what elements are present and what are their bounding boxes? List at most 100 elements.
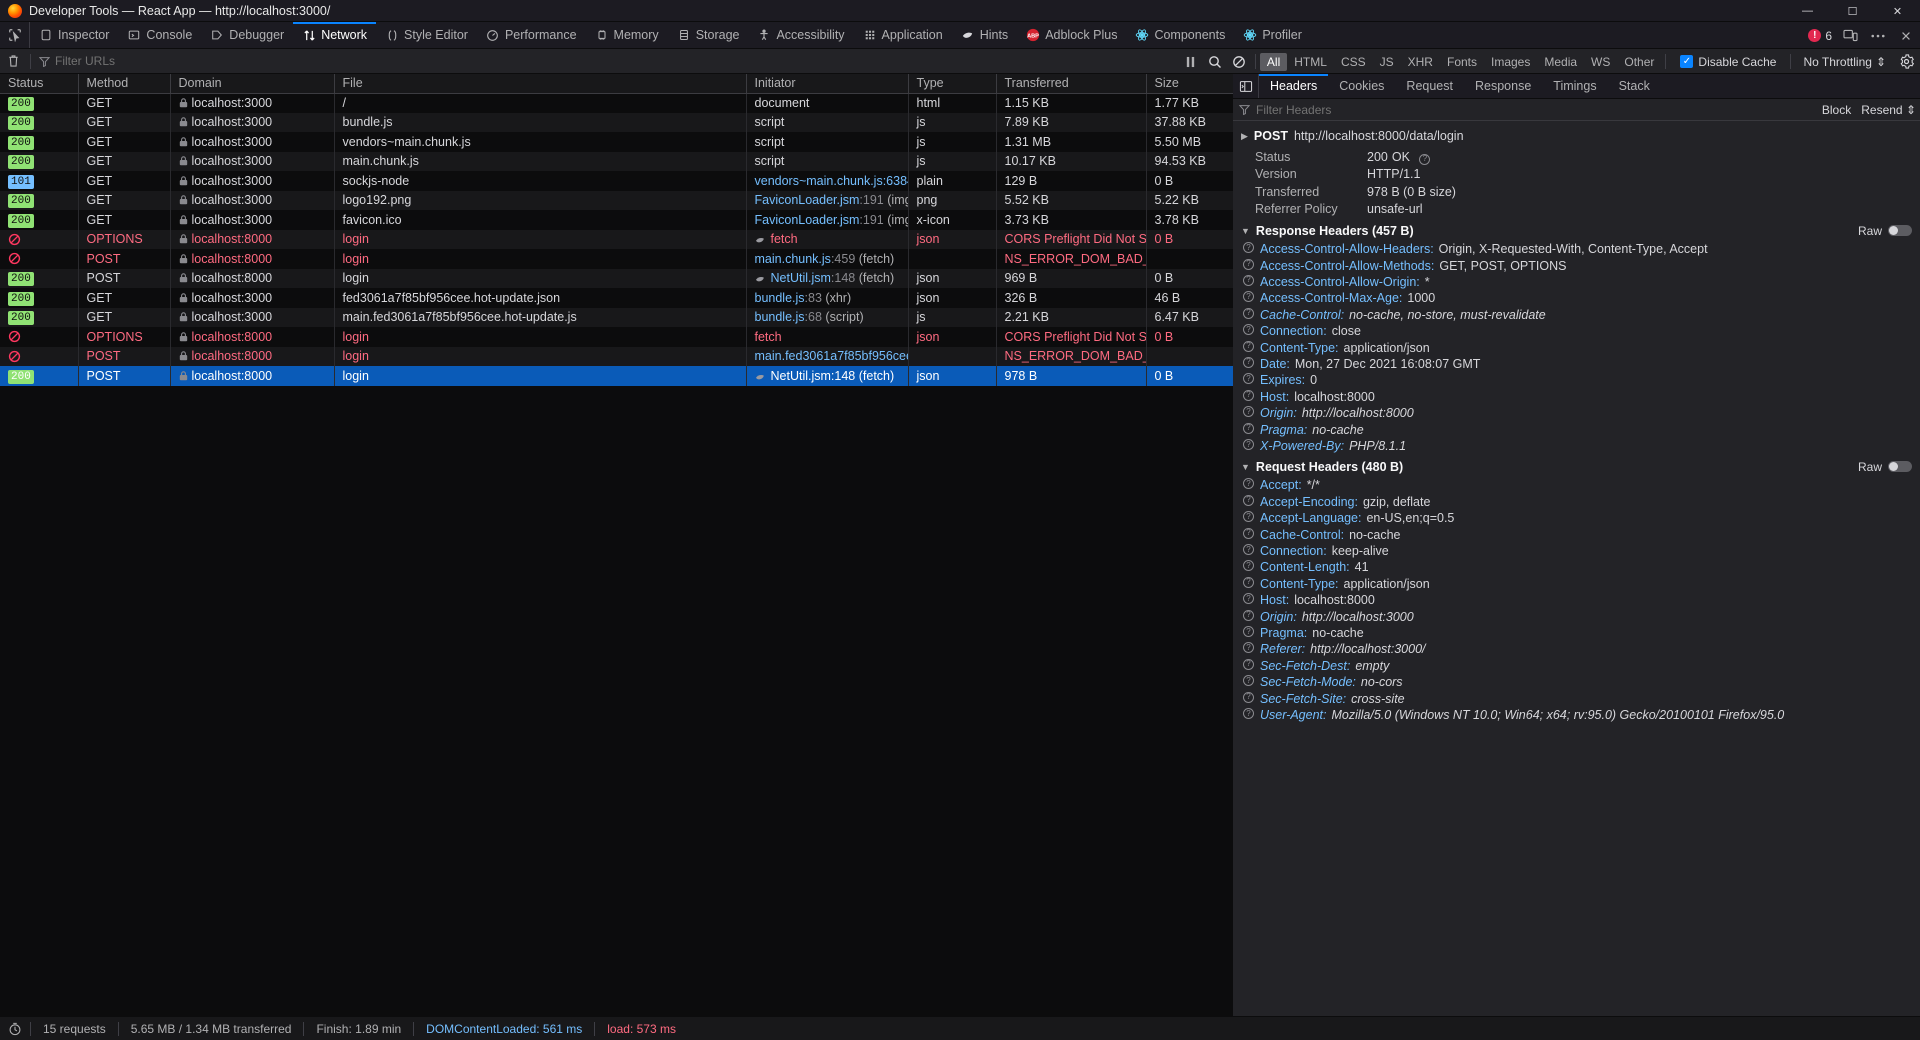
table-row[interactable]: OPTIONS localhost:8000 login fetch json CORS … [0, 327, 1234, 347]
request-raw-toggle[interactable]: Raw [1858, 460, 1912, 474]
block-icon[interactable] [1227, 49, 1251, 74]
responsive-design-mode-icon[interactable] [1840, 26, 1860, 46]
table-row[interactable]: 200 POST localhost:8000 login NetUtil.jsm:14… [0, 366, 1234, 386]
table-row[interactable]: 200 GET localhost:3000 main.fed3061a7f85bf9… [0, 307, 1234, 327]
request-header-row[interactable]: ? Origin: http://localhost:3000 [1233, 609, 1920, 625]
help-icon[interactable]: ? [1243, 708, 1254, 720]
close-window-button[interactable]: ✕ [1875, 0, 1920, 22]
column-header-transferred[interactable]: Transferred [996, 74, 1147, 94]
help-icon[interactable]: ? [1243, 494, 1254, 506]
help-icon[interactable]: ? [1243, 527, 1254, 539]
performance-analysis-icon[interactable] [0, 1022, 30, 1036]
help-icon[interactable]: ? [1243, 324, 1254, 336]
request-header-row[interactable]: ? Connection: keep-alive [1233, 544, 1920, 560]
help-icon[interactable]: ? [1243, 439, 1254, 450]
help-icon[interactable]: ? [1243, 406, 1254, 418]
help-icon[interactable]: ? [1243, 356, 1254, 368]
help-icon[interactable]: ? [1243, 258, 1254, 270]
minimize-button[interactable]: — [1785, 0, 1830, 22]
tab-headers[interactable]: Headers [1259, 74, 1329, 98]
response-header-row[interactable]: ? Access-Control-Max-Age: 1000 [1233, 291, 1920, 307]
tab-performance[interactable]: Performance [477, 22, 586, 48]
gear-icon[interactable] [1894, 49, 1918, 74]
search-icon[interactable] [1203, 49, 1227, 74]
help-icon[interactable]: ? [1243, 609, 1254, 621]
help-icon[interactable]: ? [1243, 658, 1254, 670]
help-icon[interactable]: ? [1243, 242, 1254, 254]
help-icon[interactable]: ? [1243, 511, 1254, 523]
resend-request-button[interactable]: Resend ⇕ [1861, 103, 1916, 117]
raw-switch-icon-2[interactable] [1888, 461, 1912, 473]
response-header-row[interactable]: ? Pragma: no-cache [1233, 422, 1920, 438]
response-header-row[interactable]: ? Access-Control-Allow-Origin: * [1233, 274, 1920, 290]
help-icon[interactable]: ? [1243, 291, 1254, 303]
help-icon[interactable]: ? [1243, 389, 1254, 401]
request-header-row[interactable]: ? Content-Length: 41 [1233, 560, 1920, 576]
initiator-link[interactable]: vendors~main.chunk.js:63840 (web... [755, 174, 908, 188]
column-header-initiator[interactable]: Initiator [746, 74, 909, 94]
request-headers-section-header[interactable]: ▼ Request Headers (480 B) Raw [1233, 455, 1920, 478]
help-icon[interactable]: ? [1243, 544, 1254, 556]
help-icon[interactable]: ? [1243, 340, 1254, 352]
help-icon[interactable]: ? [1243, 675, 1254, 687]
request-header-row[interactable]: ? Content-Type: application/json [1233, 576, 1920, 592]
table-row[interactable]: 200 GET localhost:3000/ document html 1.15 KB… [0, 93, 1234, 113]
response-header-row[interactable]: ? Content-Type: application/json [1233, 340, 1920, 356]
response-header-row[interactable]: ? Origin: http://localhost:8000 [1233, 406, 1920, 422]
help-icon[interactable]: ? [1243, 560, 1254, 572]
tab-application[interactable]: Application [854, 22, 952, 48]
column-header-type[interactable]: Type [908, 74, 997, 94]
help-icon[interactable]: ? [1243, 307, 1254, 319]
tab-cookies[interactable]: Cookies [1328, 74, 1395, 98]
response-header-row[interactable]: ? Cache-Control: no-cache, no-store, must-… [1233, 307, 1920, 323]
column-header-file[interactable]: File [334, 74, 747, 94]
initiator-link[interactable]: NetUtil.jsm [771, 369, 831, 383]
initiator-link[interactable]: NetUtil.jsm [771, 271, 831, 285]
tab-storage[interactable]: Storage [668, 22, 749, 48]
tab-hints[interactable]: Hints [952, 22, 1017, 48]
initiator-link[interactable]: main.fed3061a7f85bf956cee.hot-up... [755, 349, 908, 363]
request-header-row[interactable]: ? Referer: http://localhost:3000/ [1233, 642, 1920, 658]
initiator-link[interactable]: main.chunk.js [755, 252, 831, 266]
request-header-row[interactable]: ? Sec-Fetch-Dest: empty [1233, 658, 1920, 674]
type-filter-all[interactable]: All [1259, 52, 1288, 71]
response-raw-toggle[interactable]: Raw [1858, 224, 1912, 238]
tab-console[interactable]: Console [118, 22, 201, 48]
table-row[interactable]: 200 GET localhost:3000 fed3061a7f85bf956cee… [0, 288, 1234, 308]
help-icon[interactable]: ? [1243, 373, 1254, 385]
disable-cache-checkbox[interactable]: ✓ Disable Cache [1670, 55, 1786, 69]
response-header-row[interactable]: ? Expires: 0 [1233, 373, 1920, 389]
type-filter-media[interactable]: Media [1537, 53, 1584, 71]
table-row[interactable]: 200 GET localhost:3000 logo192.png FaviconLo… [0, 190, 1234, 210]
clear-requests-button[interactable] [0, 54, 26, 68]
initiator-link[interactable]: FaviconLoader.jsm [755, 213, 860, 227]
tab-request[interactable]: Request [1395, 74, 1464, 98]
response-header-row[interactable]: ? Date: Mon, 27 Dec 2021 16:08:07 GMT [1233, 356, 1920, 372]
response-headers-section-header[interactable]: ▼ Response Headers (457 B) Raw [1233, 219, 1920, 242]
request-header-row[interactable]: ? Pragma: no-cache [1233, 626, 1920, 642]
tab-profiler[interactable]: Profiler [1234, 22, 1311, 48]
close-devtools-icon[interactable] [1896, 26, 1916, 46]
tab-network[interactable]: Network [293, 22, 376, 48]
help-icon[interactable]: ? [1243, 626, 1254, 638]
table-row[interactable]: 200 GET localhost:3000 main.chunk.js script j… [0, 151, 1234, 171]
filter-urls-input[interactable]: Filter URLs [35, 54, 295, 68]
filter-headers-input[interactable]: Filter Headers [1256, 103, 1331, 117]
table-row[interactable]: 200 GET localhost:3000 favicon.ico FaviconLo… [0, 210, 1234, 230]
request-header-row[interactable]: ? Accept-Encoding: gzip, deflate [1233, 494, 1920, 510]
tab-accessibility[interactable]: Accessibility [748, 22, 853, 48]
toggle-details-panel-icon[interactable] [1233, 74, 1259, 98]
request-header-row[interactable]: ? Sec-Fetch-Mode: no-cors [1233, 675, 1920, 691]
table-row[interactable]: POST localhost:8000 login main.fed3061a7f85… [0, 346, 1234, 366]
type-filter-xhr[interactable]: XHR [1401, 53, 1440, 71]
request-header-row[interactable]: ? Accept-Language: en-US,en;q=0.5 [1233, 511, 1920, 527]
help-icon[interactable]: ? [1243, 422, 1254, 434]
type-filter-images[interactable]: Images [1484, 53, 1537, 71]
tab-adblock-plus[interactable]: ABP Adblock Plus [1017, 22, 1126, 48]
tab-memory[interactable]: Memory [586, 22, 668, 48]
tab-style-editor[interactable]: Style Editor [376, 22, 477, 48]
initiator-link[interactable]: bundle.js [755, 310, 805, 324]
help-icon[interactable]: ? [1243, 593, 1254, 605]
table-row[interactable]: 200 GET localhost:3000 vendors~main.chunk.j… [0, 132, 1234, 152]
type-filter-js[interactable]: JS [1373, 53, 1401, 71]
